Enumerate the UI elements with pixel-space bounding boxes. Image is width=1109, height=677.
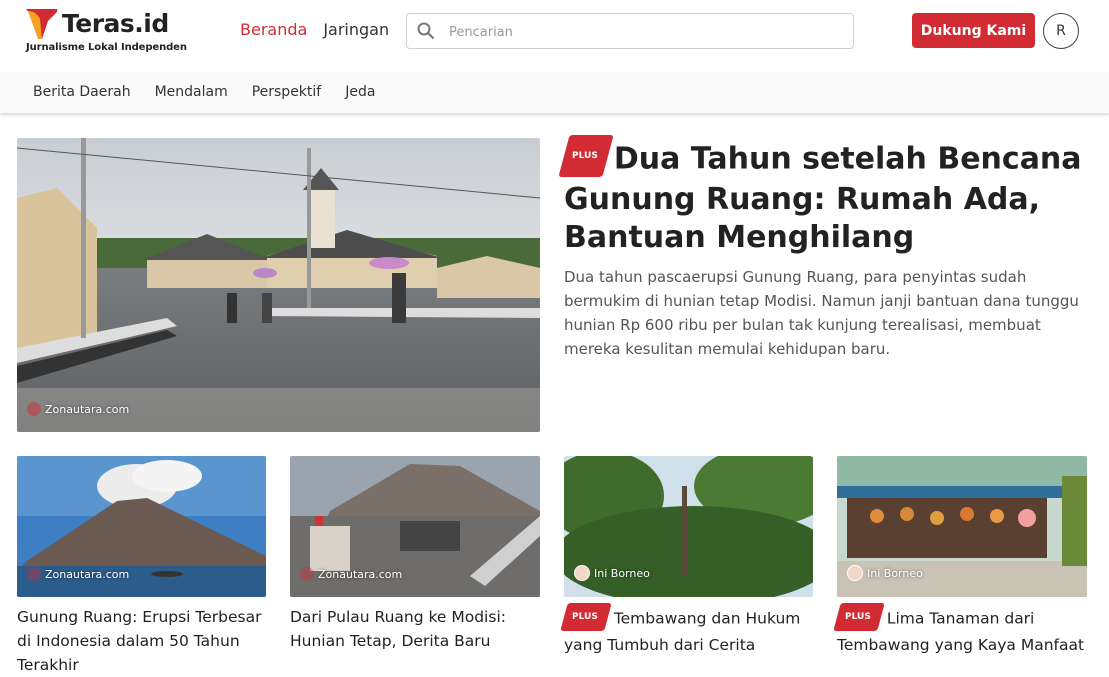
card-3-credit: Ini Borneo — [574, 565, 650, 581]
category-jeda[interactable]: Jeda — [345, 84, 375, 100]
category-nav: Berita Daerah Mendalam Perspektif Jeda — [0, 72, 1109, 113]
logo-mark-icon — [26, 9, 58, 39]
support-button[interactable]: Dukung Kami — [912, 13, 1035, 48]
hero-description: Dua tahun pascaerupsi Gunung Ruang, para… — [564, 268, 1079, 358]
plus-badge: PLUS — [560, 603, 612, 631]
hero-title-text: Dua Tahun setelah Bencana Gunung Ruang: … — [564, 141, 1082, 256]
search-input[interactable] — [447, 20, 847, 44]
card-2-credit: Zonautara.com — [300, 567, 402, 581]
source-logo-icon — [27, 567, 41, 581]
hero-headline[interactable]: PLUS Dua Tahun setelah Bencana Gunung Rua… — [558, 135, 1084, 257]
site-logo[interactable]: Teras.id Jurnalisme Lokal Independen — [26, 7, 187, 59]
hero-image-credit: Zonautara.com — [27, 402, 129, 416]
card-4-title[interactable]: PLUS Lima Tanaman dari Tembawang yang Kay… — [833, 603, 1093, 657]
source-logo-icon — [300, 567, 314, 581]
hero-photo-illustration — [17, 138, 540, 432]
card-image-2[interactable]: Zonautara.com — [290, 456, 540, 597]
nav-beranda[interactable]: Beranda — [240, 20, 307, 39]
main-nav: Beranda Jaringan — [240, 20, 389, 39]
source-logo-icon — [27, 402, 41, 416]
card-4-credit-label: Ini Borneo — [867, 566, 923, 580]
card-3-credit-label: Ini Borneo — [594, 566, 650, 580]
hero-image[interactable]: Zonautara.com — [17, 138, 540, 432]
card-image-4[interactable]: Ini Borneo — [837, 456, 1087, 597]
card-image-1[interactable]: Zonautara.com — [17, 456, 266, 597]
hero-credit-label: Zonautara.com — [45, 402, 130, 416]
card-2-credit-label: Zonautara.com — [318, 567, 403, 581]
search-box — [406, 13, 854, 49]
source-logo-icon — [574, 565, 590, 581]
card-1-credit-label: Zonautara.com — [45, 567, 130, 581]
plus-badge: PLUS — [558, 135, 614, 177]
search-icon — [417, 22, 435, 40]
user-avatar[interactable]: R — [1043, 13, 1079, 49]
card-3-title[interactable]: PLUS Tembawang dan Hukum yang Tumbuh dari… — [560, 603, 814, 657]
logo-wordmark: Teras.id — [62, 9, 169, 38]
card-image-3[interactable]: Ini Borneo — [564, 456, 813, 597]
category-perspektif[interactable]: Perspektif — [252, 84, 322, 100]
plus-badge: PLUS — [833, 603, 885, 631]
nav-jaringan[interactable]: Jaringan — [323, 20, 389, 39]
logo-tagline: Jurnalisme Lokal Independen — [26, 42, 187, 53]
top-bar: Teras.id Jurnalisme Lokal Independen Ber… — [0, 0, 1109, 73]
card-1-title[interactable]: Gunung Ruang: Erupsi Terbesar di Indones… — [17, 605, 267, 677]
category-berita-daerah[interactable]: Berita Daerah — [33, 84, 131, 100]
source-logo-icon — [847, 565, 863, 581]
card-2-title[interactable]: Dari Pulau Ruang ke Modisi: Hunian Tetap… — [290, 605, 540, 653]
card-4-credit: Ini Borneo — [847, 565, 923, 581]
card-1-credit: Zonautara.com — [27, 567, 129, 581]
category-mendalam[interactable]: Mendalam — [155, 84, 228, 100]
